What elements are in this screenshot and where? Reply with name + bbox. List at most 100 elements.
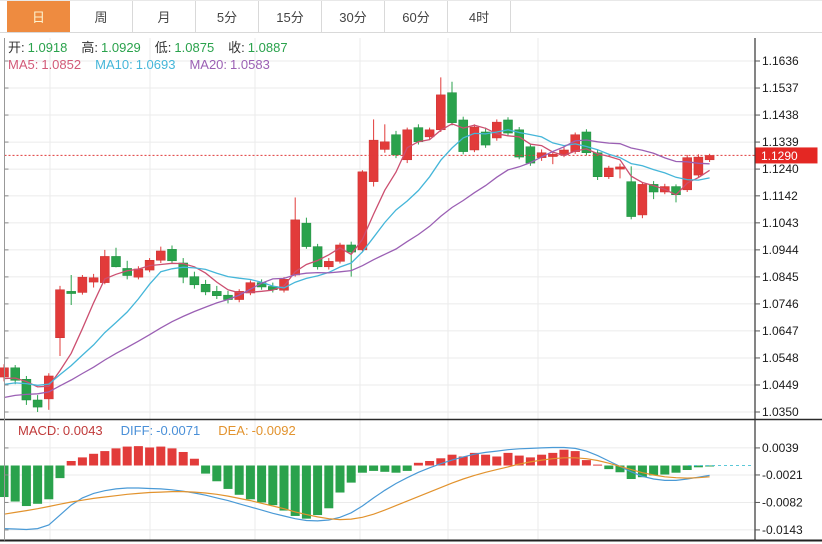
tab-4时[interactable]: 4时 <box>448 1 511 32</box>
price-axis-label: 1.0944 <box>762 243 799 257</box>
candle-body <box>392 135 401 155</box>
current-price-tag: 1.1290 <box>756 147 818 163</box>
candle-body <box>627 182 636 217</box>
macd-axis-label: -0.0082 <box>762 495 803 509</box>
ma10-line <box>4 130 710 385</box>
candle-body <box>448 93 457 123</box>
candle-body <box>436 95 445 130</box>
macd-bar <box>235 466 244 495</box>
price-axis-label: 1.0647 <box>762 324 799 338</box>
candle-body <box>470 127 479 150</box>
tab-15分[interactable]: 15分 <box>259 1 322 32</box>
macd-bar <box>89 454 98 466</box>
macd-bar <box>425 461 434 466</box>
macd-bar <box>78 457 87 465</box>
candle-body <box>201 284 210 292</box>
macd-bar <box>481 455 490 466</box>
macd-bar <box>134 446 143 465</box>
tab-周[interactable]: 周 <box>70 1 133 32</box>
macd-bar <box>683 466 692 471</box>
candle-body <box>190 277 199 285</box>
macd-bar <box>268 466 277 506</box>
candle-body <box>369 140 378 181</box>
macd-bar <box>291 466 300 516</box>
macd-axis-label: -0.0143 <box>762 523 803 537</box>
macd-bar <box>179 452 188 466</box>
candle-body <box>638 184 647 215</box>
candlestick-macd-chart[interactable]: 1.16361.15371.14381.13391.12401.11421.10… <box>0 32 822 544</box>
tab-60分[interactable]: 60分 <box>385 1 448 32</box>
candle-body <box>134 269 143 277</box>
macd-bar <box>347 466 356 483</box>
macd-bar <box>582 460 591 465</box>
macd-bar <box>56 466 65 479</box>
candle-body <box>694 157 703 175</box>
tab-5分[interactable]: 5分 <box>196 1 259 32</box>
candle-body <box>492 122 501 138</box>
price-axis-label: 1.0350 <box>762 405 799 419</box>
macd-bar <box>257 466 266 503</box>
candle-body <box>459 120 468 152</box>
price-tag-text: 1.1290 <box>761 149 798 163</box>
macd-bar <box>168 448 177 465</box>
price-axis-label: 1.1339 <box>762 135 799 149</box>
candle-body <box>212 291 221 295</box>
macd-bar <box>358 466 367 473</box>
candle-body <box>33 400 42 407</box>
candle-body <box>112 256 121 266</box>
macd-bar <box>403 466 412 471</box>
diff-line <box>4 448 710 530</box>
macd-bar <box>123 447 132 466</box>
macd-bar <box>22 466 31 507</box>
macd-bar <box>492 456 501 465</box>
macd-bar <box>392 466 401 473</box>
price-axis-label: 1.1537 <box>762 81 799 95</box>
macd-bar <box>324 466 333 509</box>
candle-body <box>313 247 322 267</box>
tab-日[interactable]: 日 <box>7 1 70 32</box>
macd-bar <box>280 466 289 511</box>
candle-body <box>616 167 625 169</box>
candle-body <box>78 277 87 292</box>
macd-bar <box>380 466 389 472</box>
macd-bar <box>156 447 165 466</box>
macd-bar <box>145 447 154 465</box>
timeframe-tabbar: 日周月5分15分30分60分4时 <box>0 0 822 33</box>
candle-body <box>56 290 65 338</box>
macd-axis-label: -0.0021 <box>762 468 803 482</box>
tab-月[interactable]: 月 <box>133 1 196 32</box>
candle-body <box>414 128 423 142</box>
candle-body <box>44 376 53 399</box>
macd-bar <box>313 466 322 516</box>
macd-histogram <box>0 446 714 519</box>
macd-bar <box>33 466 42 504</box>
price-axis-label: 1.1636 <box>762 54 799 68</box>
macd-bar <box>190 459 199 466</box>
candle-body <box>515 130 524 157</box>
candle-body <box>156 251 165 260</box>
price-axis-label: 1.0746 <box>762 297 799 311</box>
candle-body <box>22 379 31 400</box>
candle-body <box>593 153 602 177</box>
macd-bar <box>246 466 255 500</box>
candle-body <box>67 291 76 293</box>
chart-app: 日周月5分15分30分60分4时 开:1.0918高:1.0929低:1.087… <box>0 0 822 544</box>
candle-body <box>89 278 98 282</box>
macd-bar <box>44 466 53 500</box>
macd-bar <box>369 466 378 471</box>
candle-body <box>291 220 300 275</box>
macd-bar <box>504 453 513 466</box>
macd-bar <box>100 451 109 465</box>
candles-layer <box>0 77 714 412</box>
price-axis-label: 1.0845 <box>762 270 799 284</box>
macd-bar <box>112 448 121 465</box>
tab-30分[interactable]: 30分 <box>322 1 385 32</box>
price-axis-label: 1.1043 <box>762 216 799 230</box>
macd-bar <box>212 466 221 482</box>
dea-line <box>4 458 710 520</box>
macd-bar <box>224 466 233 489</box>
candle-body <box>380 142 389 150</box>
price-axis-label: 1.1240 <box>762 162 799 176</box>
price-axis-label: 1.1438 <box>762 108 799 122</box>
candle-body <box>168 249 177 260</box>
